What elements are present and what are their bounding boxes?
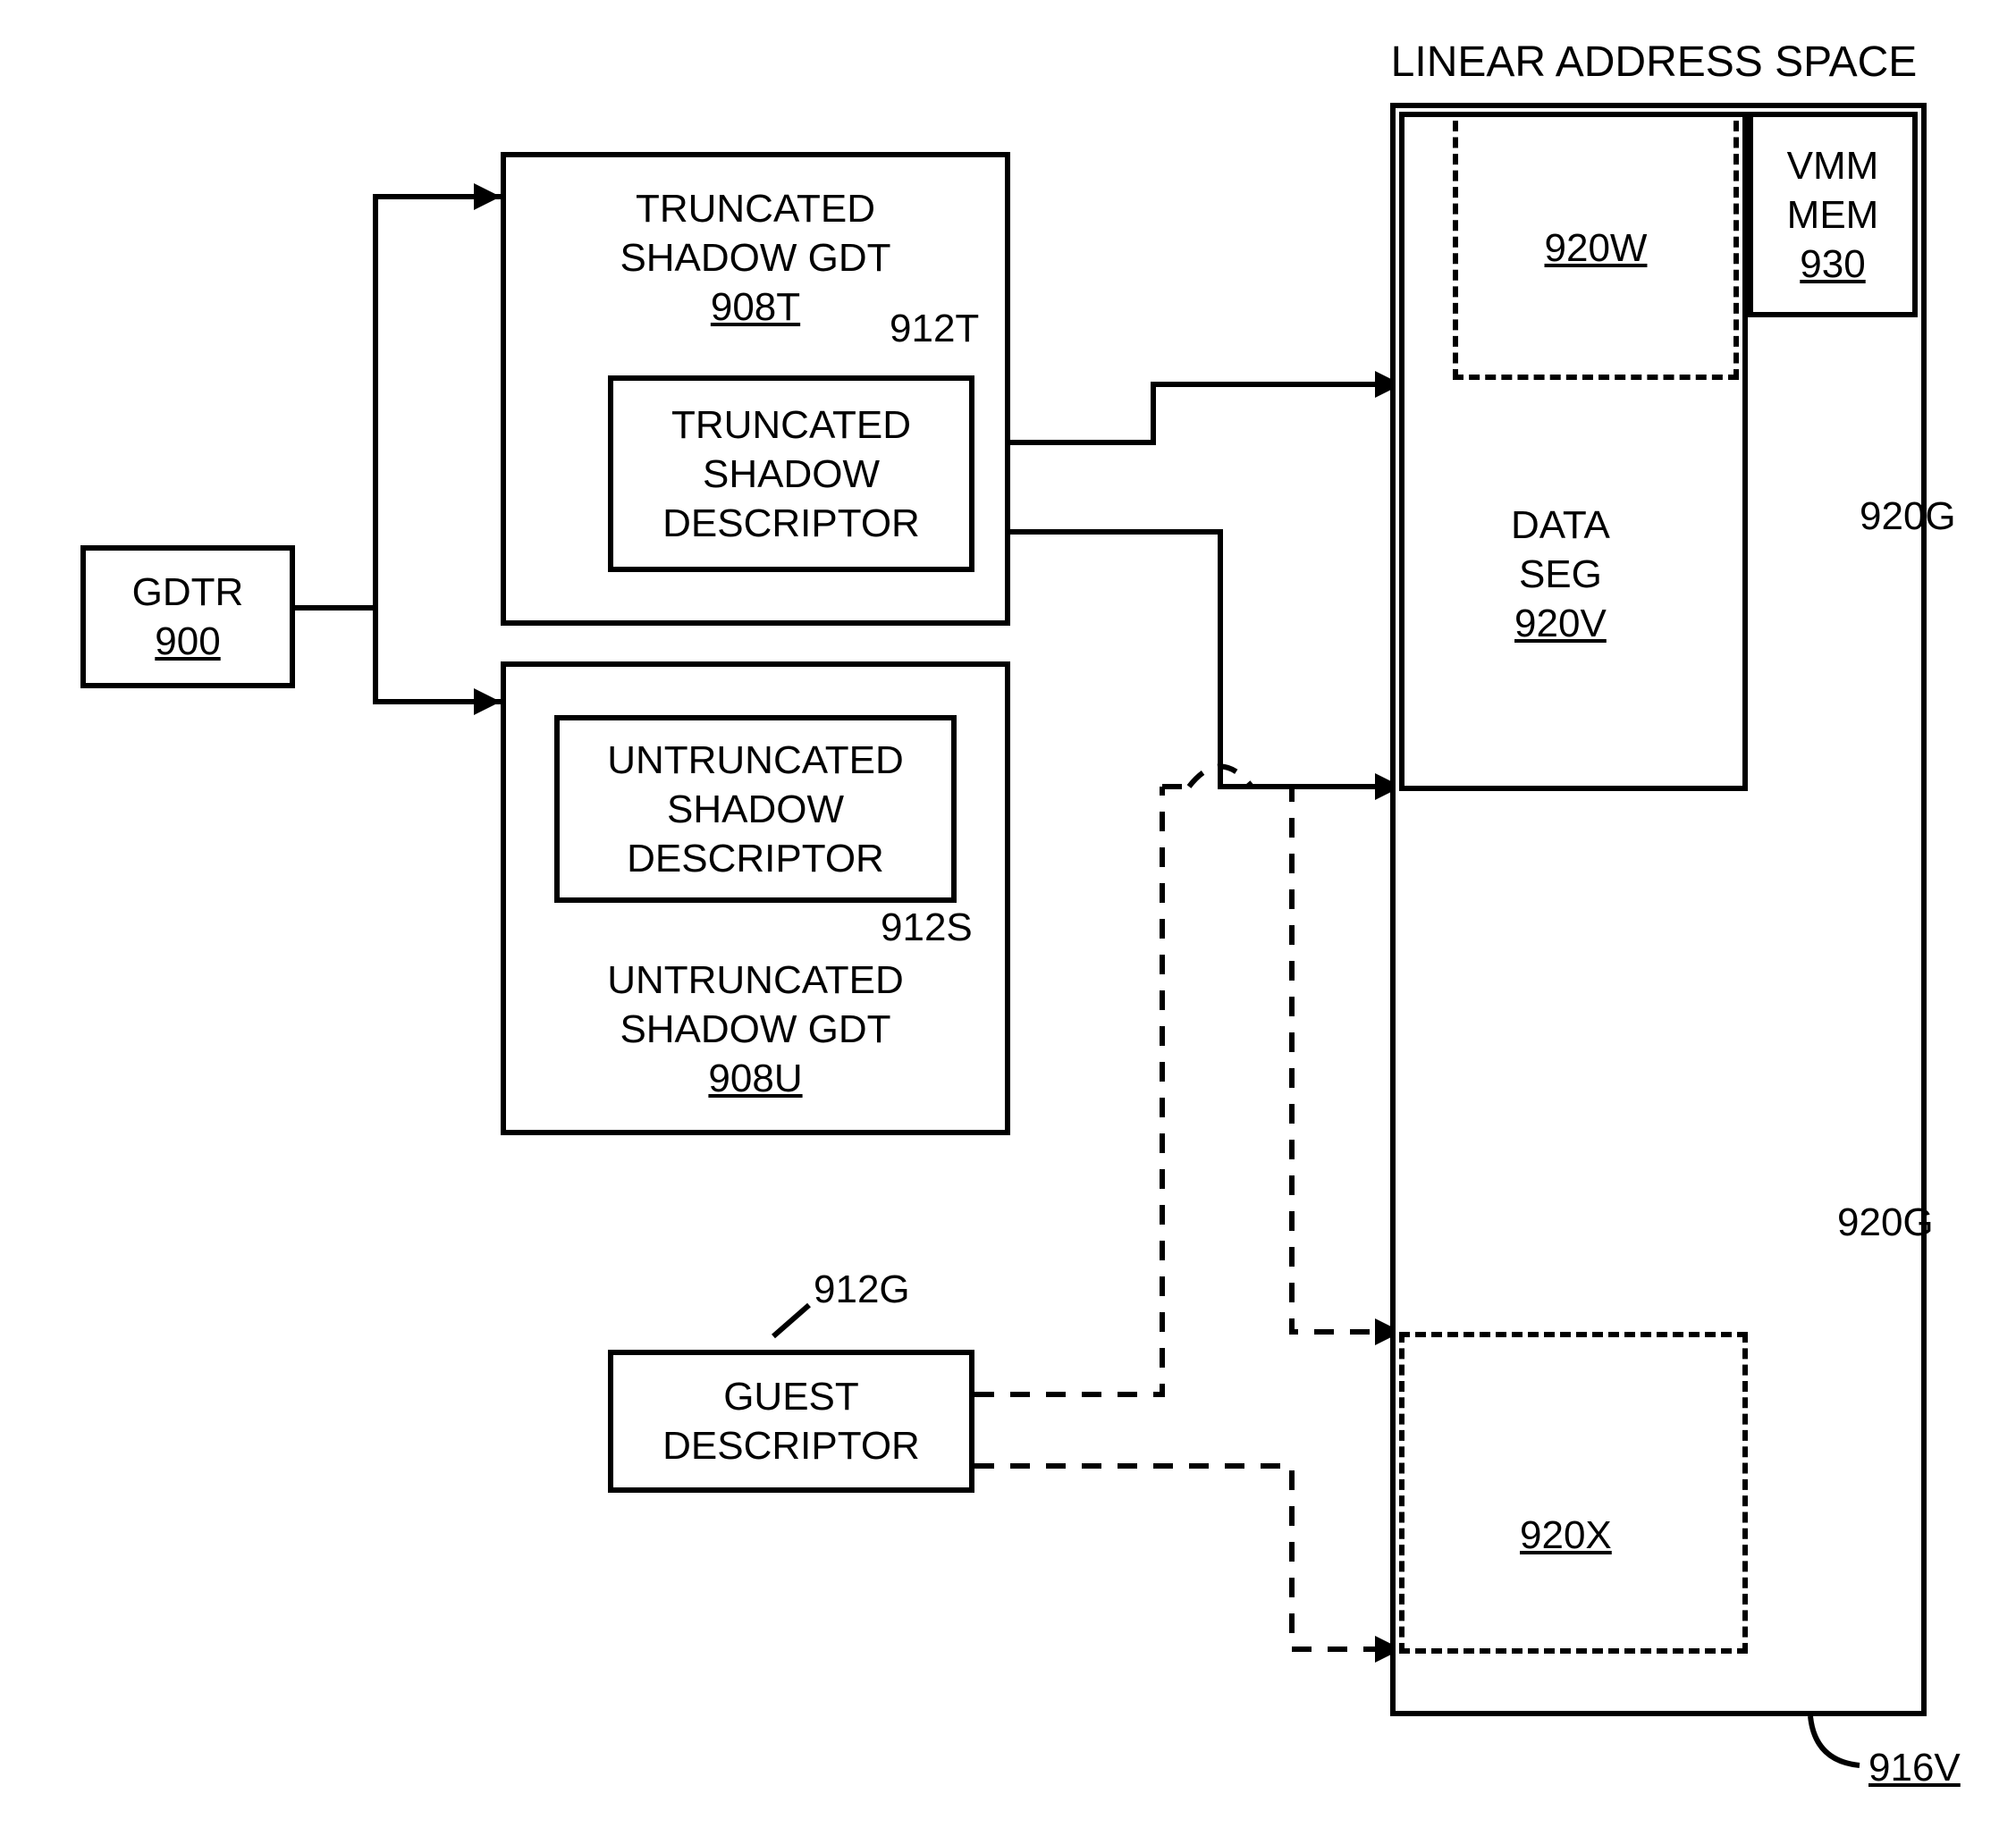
las-920w-ref: 920W (1545, 223, 1648, 273)
page-title: LINEAR ADDRESS SPACE (1368, 36, 1940, 89)
untrunc-desc-l2: SHADOW (667, 785, 844, 834)
dataseg-l1: DATA (1511, 501, 1610, 550)
las-920x-ref: 920X (1520, 1513, 1612, 1557)
dataseg-ref: 920V (1511, 599, 1610, 648)
guest-desc-box: GUEST DESCRIPTOR (608, 1350, 974, 1493)
trunc-gdt-ref: 908T (711, 282, 800, 332)
trunc-desc-callout: 912T (890, 304, 979, 353)
las-dataseg-label: DATA SEG 920V (1511, 501, 1610, 648)
trunc-gdt-l1: TRUNCATED (636, 184, 875, 233)
untrunc-desc-l3: DESCRIPTOR (627, 834, 884, 883)
las-920g-lower: 920G (1837, 1198, 1934, 1247)
las-920g-upper-text: 920G (1860, 494, 1956, 538)
trunc-gdt-l2: SHADOW GDT (620, 233, 890, 282)
trunc-desc-l1: TRUNCATED (671, 400, 911, 450)
untrunc-desc-l1: UNTRUNCATED (607, 736, 904, 785)
trunc-desc-l3: DESCRIPTOR (662, 499, 920, 548)
las-916v-label: 916V (1868, 1743, 1961, 1792)
untrunc-gdt-ref: 908U (708, 1054, 802, 1103)
untruncated-desc-box: UNTRUNCATED SHADOW DESCRIPTOR (554, 715, 957, 903)
las-916v-ref: 916V (1868, 1746, 1961, 1790)
title-text: LINEAR ADDRESS SPACE (1391, 38, 1918, 86)
truncated-desc-box: TRUNCATED SHADOW DESCRIPTOR (608, 375, 974, 572)
guest-desc-callout: 912G (814, 1265, 910, 1314)
dataseg-l2: SEG (1511, 550, 1610, 599)
las-920w-box: 920W (1453, 121, 1739, 380)
las-920x-box (1399, 1332, 1748, 1654)
las-vmm-box: VMM MEM 930 (1748, 112, 1918, 317)
trunc-desc-l2: SHADOW (703, 450, 880, 499)
gdtr-box: GDTR 900 (80, 545, 295, 688)
guest-desc-l1: GUEST (723, 1372, 859, 1421)
guest-desc-l2: DESCRIPTOR (662, 1421, 920, 1470)
las-920x-label: 920X (1520, 1511, 1612, 1560)
untrunc-gdt-l1: UNTRUNCATED (607, 956, 904, 1005)
las-920g-upper: 920G (1860, 492, 1956, 541)
vmm-l1: VMM (1787, 141, 1879, 190)
vmm-ref: 930 (1800, 240, 1865, 289)
vmm-l2: MEM (1787, 190, 1879, 240)
las-920g-lower-text: 920G (1837, 1200, 1934, 1244)
gdtr-ref: 900 (155, 617, 220, 666)
gdtr-label: GDTR (132, 568, 244, 617)
untrunc-desc-callout: 912S (881, 903, 973, 952)
untrunc-gdt-l2: SHADOW GDT (620, 1005, 890, 1054)
